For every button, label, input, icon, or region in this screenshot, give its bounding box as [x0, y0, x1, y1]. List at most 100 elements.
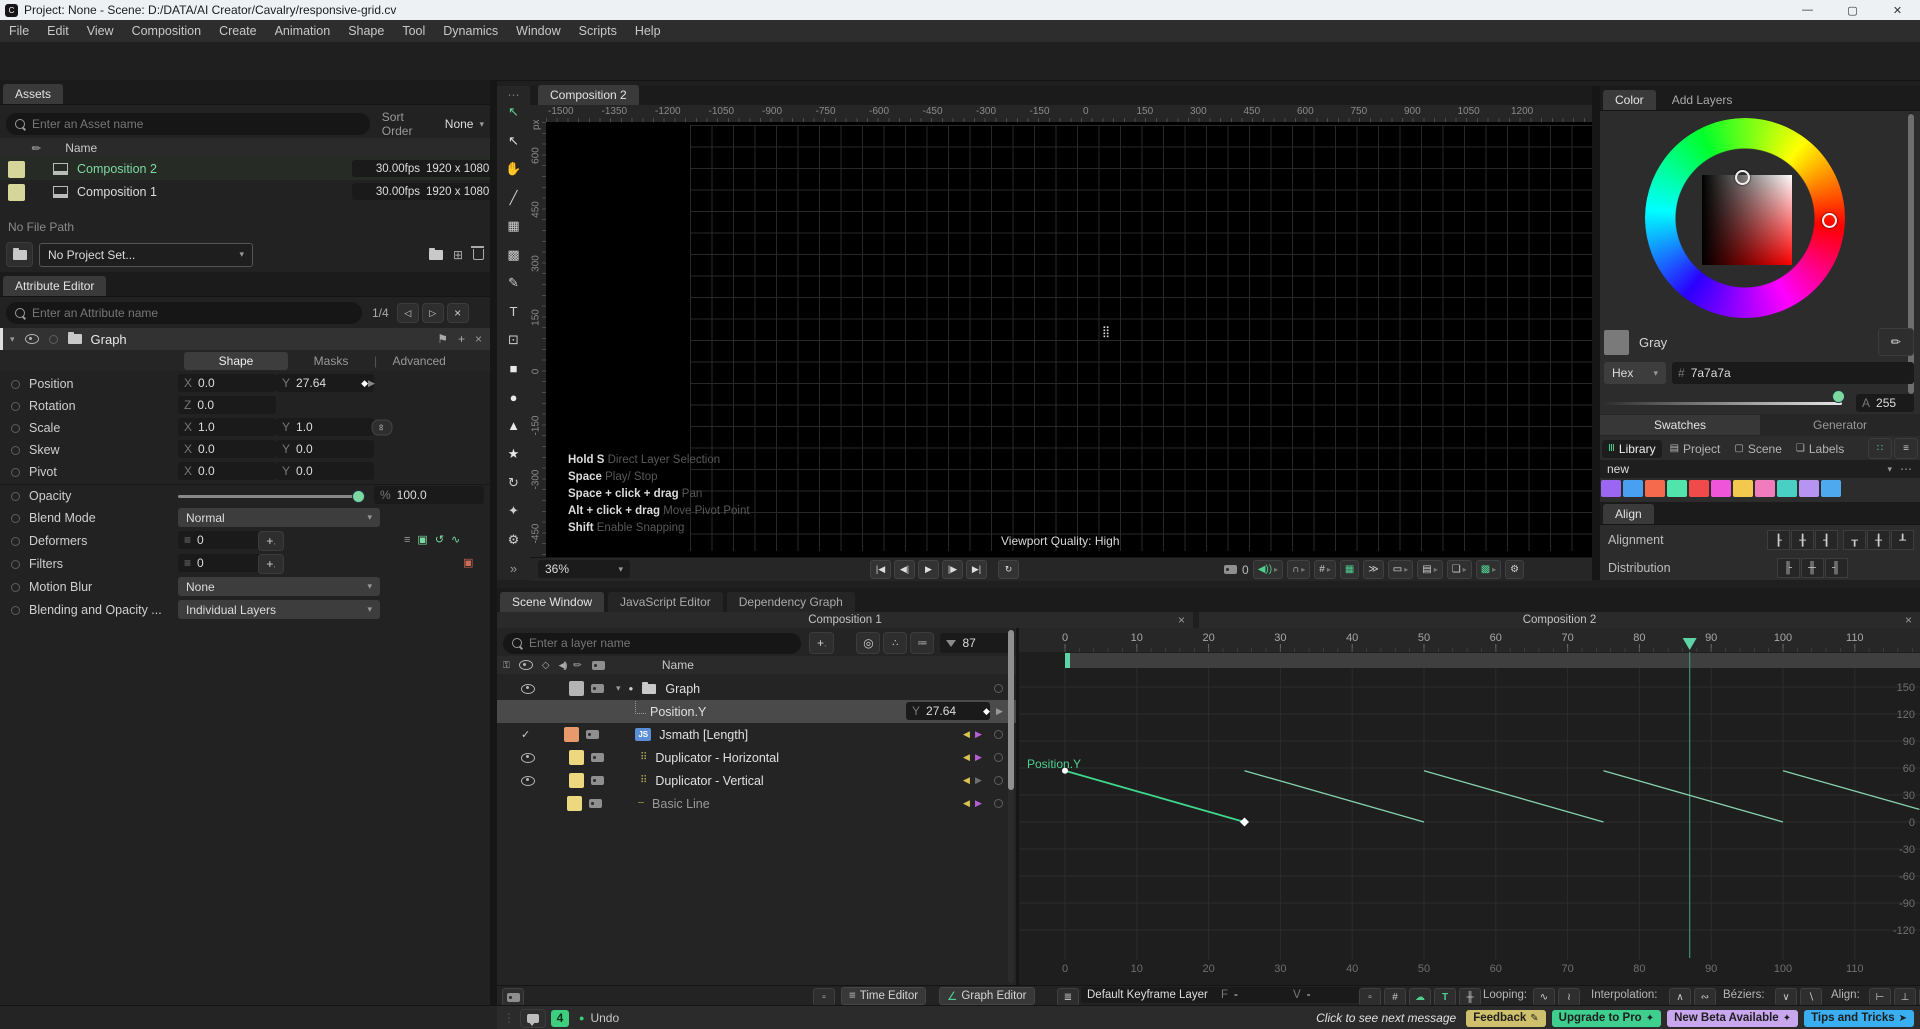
interp-bezier-icon[interactable]: ∾: [1694, 988, 1716, 1006]
align-top-icon[interactable]: ┰: [1843, 530, 1866, 550]
swatch-set-row[interactable]: new ▾ ⋯: [1600, 460, 1920, 478]
frame-input[interactable]: F-: [1215, 987, 1291, 1003]
reveal-folder-icon[interactable]: ⊞: [453, 248, 463, 262]
skip-end-button[interactable]: ▶|: [966, 560, 987, 579]
magnet-icon[interactable]: ∩ ▸: [1287, 560, 1311, 579]
tag-icon[interactable]: [591, 753, 604, 762]
layer-row[interactable]: Position.Y Y 27.64 ◆ ▶: [497, 700, 1016, 723]
text-snap-icon[interactable]: T: [1434, 988, 1456, 1006]
menu-help[interactable]: Help: [626, 24, 670, 38]
tab-project[interactable]: ▤ Project: [1664, 440, 1727, 458]
tag-icon[interactable]: [591, 684, 604, 693]
tab-attribute-editor[interactable]: Attribute Editor: [3, 276, 107, 296]
layers-panel-header[interactable]: Composition 1 ×: [497, 612, 1193, 628]
prev-keyframe-icon[interactable]: ◀: [963, 752, 970, 763]
time-editor-button[interactable]: ≡ Time Editor: [841, 987, 927, 1005]
color-swatch[interactable]: [1733, 480, 1753, 497]
distribute-center-icon[interactable]: ╫: [1800, 558, 1824, 578]
next-match-button[interactable]: ▷: [421, 303, 444, 323]
rotation-z-input[interactable]: Z 0.0: [178, 396, 276, 414]
pin-icon[interactable]: ⚑: [437, 332, 448, 346]
text-tool[interactable]: T: [497, 300, 530, 324]
tag-icon[interactable]: [586, 730, 600, 739]
current-color-swatch[interactable]: [1604, 329, 1629, 355]
color-swatch[interactable]: [1623, 480, 1643, 497]
chevron-down-icon[interactable]: ▾: [10, 334, 15, 345]
saturation-value-square[interactable]: [1702, 175, 1792, 265]
hex-input[interactable]: #7a7a7a: [1672, 362, 1914, 384]
keyframe-circle[interactable]: [994, 730, 1003, 739]
tag-icon[interactable]: [591, 776, 604, 785]
add-filter-button[interactable]: +,: [258, 554, 284, 574]
keyframe-toggle[interactable]: [11, 423, 20, 433]
panel-divider[interactable]: [1592, 86, 1600, 580]
tab-library[interactable]: Ⅲ Library: [1602, 439, 1662, 458]
next-keyframe-icon[interactable]: ▶: [975, 798, 982, 809]
skip-start-button[interactable]: |◀: [870, 560, 891, 579]
more-options-icon[interactable]: ⋯: [1900, 462, 1912, 476]
asset-row[interactable]: Composition 2 30.00fps 1920 x 1080: [0, 158, 496, 180]
layer-row[interactable]: ▾ ● Graph: [497, 677, 1016, 700]
alpha-slider-knob[interactable]: [1832, 390, 1845, 403]
polygon-tool[interactable]: ▲: [497, 414, 530, 438]
menu-animation[interactable]: Animation: [266, 24, 340, 38]
messages-button[interactable]: [520, 1008, 546, 1028]
color-swatch[interactable]: [1755, 480, 1775, 497]
graph-ref-icon[interactable]: ▣: [417, 533, 427, 546]
tab-labels[interactable]: ❏ Labels: [1790, 440, 1850, 458]
color-swatch[interactable]: [1667, 480, 1687, 497]
orient-tool[interactable]: ↻: [497, 471, 530, 495]
chevron-down-icon[interactable]: ▾: [616, 683, 621, 694]
zoom-select[interactable]: 36% ▾: [538, 560, 630, 578]
color-swatch[interactable]: [1711, 480, 1731, 497]
keyframe-circle[interactable]: [994, 799, 1003, 808]
chevron-down-icon[interactable]: ▾: [1887, 464, 1892, 475]
opacity-slider-knob[interactable]: [352, 490, 365, 503]
next-keyframe-icon[interactable]: ▶: [975, 752, 982, 763]
color-swatch[interactable]: [1645, 480, 1665, 497]
work-area-bar[interactable]: [1065, 653, 1920, 668]
value-input[interactable]: V-: [1287, 987, 1363, 1003]
prev-match-button[interactable]: ◁: [396, 303, 419, 323]
viewport-canvas[interactable]: Hold S Direct Layer Selection Space Play/…: [546, 122, 1592, 557]
key-grid-icon[interactable]: #: [1384, 988, 1406, 1006]
layers-icon[interactable]: ▤ ▸: [1417, 560, 1443, 579]
menu-composition[interactable]: Composition: [123, 24, 210, 38]
interp-linear-icon[interactable]: ∧: [1669, 988, 1691, 1006]
align-center-v-icon[interactable]: ╂: [1867, 530, 1890, 550]
deformers-count-field[interactable]: ≡ 0: [178, 531, 260, 549]
keyframe-circle[interactable]: [994, 776, 1003, 785]
next-keyframe-icon[interactable]: ▶: [975, 775, 982, 786]
keyframe-toggle[interactable]: [11, 401, 20, 411]
scale-y-input[interactable]: Y 1.0: [276, 418, 374, 436]
fast-forward-icon[interactable]: ≫: [1363, 560, 1384, 579]
keyframe-toggle[interactable]: [11, 379, 20, 389]
layer-color-swatch[interactable]: [567, 796, 582, 811]
lock-icon[interactable]: ⚿: [503, 660, 510, 671]
project-set-icon[interactable]: [6, 242, 33, 267]
menu-create[interactable]: Create: [210, 24, 266, 38]
asset-row[interactable]: Composition 1 30.00fps 1920 x 1080: [0, 181, 496, 203]
layer-color-swatch[interactable]: [569, 681, 584, 696]
tab-scene[interactable]: ▢ Scene: [1728, 440, 1787, 458]
star-tool[interactable]: ★: [497, 442, 530, 466]
eye-icon[interactable]: [518, 660, 533, 670]
eyedropper-button[interactable]: ✎: [1878, 328, 1914, 356]
motion-blur-select[interactable]: None ▾: [178, 577, 380, 596]
sort-order-select[interactable]: None ▾: [445, 117, 484, 131]
eyedropper-icon[interactable]: ✎: [572, 658, 586, 672]
settings-tool[interactable]: ⚙: [497, 528, 530, 552]
prev-keyframe-icon[interactable]: ◀: [963, 798, 970, 809]
align-right-icon[interactable]: ┨: [1815, 530, 1838, 550]
tab-align[interactable]: Align: [1603, 504, 1654, 524]
mini-frame-icon[interactable]: ▫: [813, 988, 835, 1006]
layer-color-swatch[interactable]: [564, 727, 580, 742]
mask-tool[interactable]: ▩: [497, 243, 530, 267]
alpha-field[interactable]: A 255: [1856, 394, 1914, 412]
loop-ease-icon[interactable]: ≀: [1558, 988, 1580, 1006]
marquee-tool[interactable]: ⊡: [497, 328, 530, 352]
align-center-keys-icon[interactable]: ⊥: [1894, 988, 1916, 1006]
graph-editor-button[interactable]: ∠ Graph Editor: [939, 987, 1035, 1005]
tab-advanced[interactable]: Advanced: [377, 354, 461, 368]
tab-generator[interactable]: Generator: [1760, 418, 1920, 432]
